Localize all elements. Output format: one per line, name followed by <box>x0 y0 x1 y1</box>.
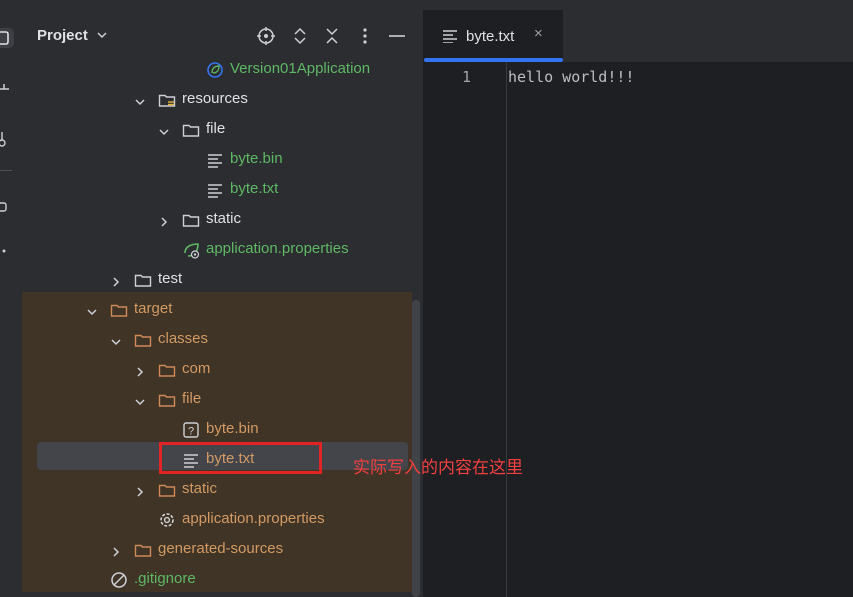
structure-tool-icon[interactable] <box>0 196 22 218</box>
editor-area: byte.txt × 1 hello world!!! <box>424 10 853 597</box>
chevron-right-icon[interactable] <box>158 213 170 227</box>
chevron-right-icon[interactable] <box>110 543 122 557</box>
more-tools-icon[interactable] <box>0 240 22 262</box>
project-panel-header: Project <box>22 10 423 62</box>
expand-all-icon[interactable] <box>290 26 310 46</box>
tree-item-label: byte.bin <box>206 420 259 437</box>
tree-item-label: .gitignore <box>134 570 196 587</box>
text-file-icon <box>206 151 224 169</box>
tree-item-label: Version01Application <box>230 62 371 77</box>
chevron-down-icon[interactable] <box>110 333 122 346</box>
tree-row[interactable]: static <box>22 204 408 234</box>
chevron-right-icon[interactable] <box>134 483 146 497</box>
chevron-down-icon[interactable] <box>86 303 98 316</box>
tree-row[interactable]: resources <box>22 84 408 114</box>
excluded-folder-icon <box>134 541 152 559</box>
chevron-right-icon[interactable] <box>110 273 122 287</box>
chevron-down-icon[interactable] <box>134 93 146 106</box>
folder-icon <box>134 271 152 289</box>
tree-item-label: resources <box>182 90 248 107</box>
excluded-folder-icon <box>158 361 176 379</box>
tree-item-label: target <box>134 300 173 317</box>
hide-icon[interactable] <box>387 26 407 46</box>
project-tool-icon[interactable] <box>0 26 22 48</box>
tree-row[interactable]: generated-sources <box>22 534 408 564</box>
tree-row[interactable]: Version01Application <box>22 62 408 84</box>
tree-row[interactable]: classes <box>22 324 408 354</box>
folder-icon <box>182 211 200 229</box>
editor-tab-bar: byte.txt × <box>424 10 853 63</box>
project-tree: Version01Application resources file byte.bi… <box>22 62 423 597</box>
settings-file-icon <box>158 511 176 529</box>
tree-item-label: classes <box>158 330 209 347</box>
commit-tool-icon[interactable] <box>0 78 22 100</box>
spring-properties-icon <box>182 241 200 259</box>
excluded-folder-icon <box>110 301 128 319</box>
excluded-folder-icon <box>134 331 152 349</box>
tool-window-strip <box>0 10 23 597</box>
chevron-down-icon[interactable] <box>134 393 146 406</box>
options-icon[interactable] <box>355 26 375 46</box>
line-number: 1 <box>461 68 471 86</box>
tree-row[interactable]: application.properties <box>22 234 408 264</box>
project-panel-title[interactable]: Project <box>37 27 108 44</box>
tree-item-label: file <box>182 390 202 407</box>
excluded-folder-icon <box>158 391 176 409</box>
tree-item-label: byte.bin <box>230 150 283 167</box>
code-line[interactable]: hello world!!! <box>508 68 634 86</box>
tree-item-label: com <box>182 360 211 377</box>
git-branch-icon[interactable] <box>0 128 22 150</box>
tree-row[interactable]: target <box>22 294 408 324</box>
tree-row[interactable]: ? byte.bin <box>22 414 408 444</box>
tree-row[interactable]: file <box>22 114 408 144</box>
tree-item-label: generated-sources <box>158 540 284 557</box>
excluded-folder-icon <box>158 481 176 499</box>
tree-item-label: static <box>206 210 242 227</box>
chevron-down-icon[interactable] <box>158 123 170 136</box>
collapse-all-icon[interactable] <box>322 26 342 46</box>
unknown-file-icon: ? <box>182 421 200 439</box>
resources-folder-icon <box>158 91 176 109</box>
line-gutter: 1 <box>424 62 507 597</box>
tree-row[interactable]: test <box>22 264 408 294</box>
tab-label: byte.txt <box>466 28 515 45</box>
tree-item-label: application.properties <box>206 240 349 257</box>
strip-divider <box>0 170 12 171</box>
tree-item-label: static <box>182 480 218 497</box>
tab-byte-txt[interactable]: byte.txt × <box>424 10 563 62</box>
locate-icon[interactable] <box>256 26 276 46</box>
close-icon[interactable]: × <box>534 25 543 42</box>
annotation-highlight-box <box>159 442 322 474</box>
tree-item-label: test <box>158 270 183 287</box>
tree-scrollbar[interactable] <box>412 300 420 597</box>
svg-text:?: ? <box>188 426 194 438</box>
chevron-down-icon <box>97 32 107 39</box>
ignored-file-icon <box>110 571 128 589</box>
annotation-text: 实际写入的内容在这里 <box>353 458 523 478</box>
tree-row[interactable]: file <box>22 384 408 414</box>
tree-row[interactable]: .gitignore <box>22 564 408 594</box>
tree-row[interactable]: application.properties <box>22 504 408 534</box>
tree-row[interactable]: byte.txt <box>22 174 408 204</box>
tree-row[interactable]: static <box>22 474 408 504</box>
tree-row[interactable]: com <box>22 354 408 384</box>
tree-row[interactable]: byte.bin <box>22 144 408 174</box>
tree-item-label: file <box>206 120 226 137</box>
tree-item-label: application.properties <box>182 510 325 527</box>
spring-boot-app-icon <box>206 62 224 79</box>
text-file-icon <box>206 181 224 199</box>
project-panel: Project Version01Application resources fil… <box>22 10 423 597</box>
folder-icon <box>182 121 200 139</box>
text-file-icon <box>443 30 457 43</box>
chevron-right-icon[interactable] <box>134 363 146 377</box>
tree-item-label: byte.txt <box>230 180 279 197</box>
